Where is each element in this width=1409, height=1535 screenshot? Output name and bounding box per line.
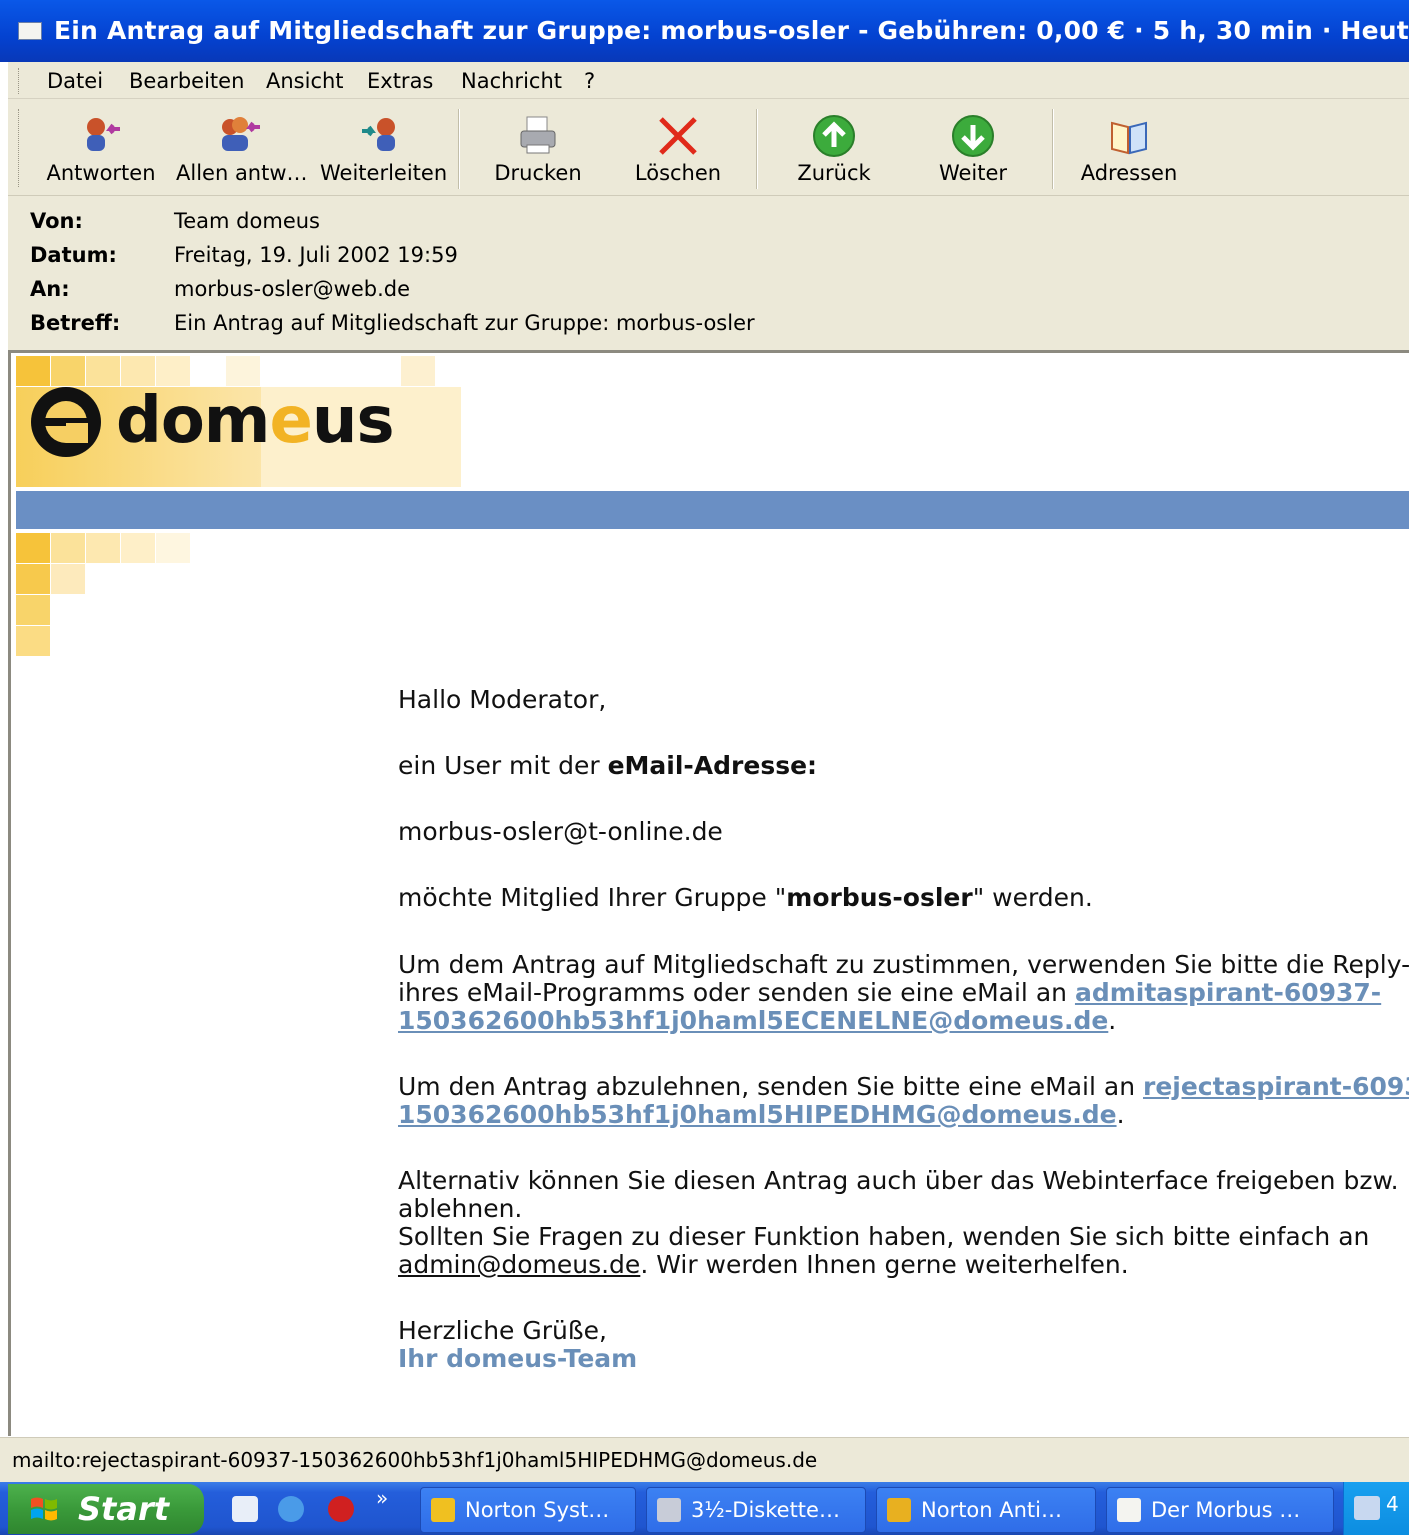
previous-label: Zurück bbox=[797, 161, 871, 185]
signature: Ihr domeus-Team bbox=[398, 1344, 638, 1373]
menu-ansicht[interactable]: Ansicht bbox=[266, 66, 344, 96]
membership-request-line: möchte Mitglied Ihrer Gruppe "morbus-osl… bbox=[398, 883, 1093, 912]
domeus-logo-mark bbox=[31, 387, 101, 457]
reject-link[interactable]: rejectaspirant-6093 bbox=[1143, 1072, 1409, 1101]
approve-instructions-2: ihres eMail-Programms oder senden sie ei… bbox=[398, 978, 1382, 1007]
support-line: admin@domeus.de. Wir werden Ihnen gerne … bbox=[398, 1250, 1129, 1279]
up-arrow-icon bbox=[813, 115, 855, 157]
user-email: morbus-osler@t-online.de bbox=[398, 817, 723, 846]
window-title: Ein Antrag auf Mitgliedschaft zur Gruppe… bbox=[54, 16, 1409, 45]
system-tray: 4 bbox=[1343, 1482, 1409, 1535]
delete-x-icon bbox=[659, 117, 697, 155]
print-label: Drucken bbox=[494, 161, 582, 185]
start-button[interactable]: Start bbox=[8, 1484, 204, 1534]
closing: Herzliche Grüße, bbox=[398, 1316, 607, 1345]
address-book-icon bbox=[1111, 121, 1147, 155]
norton-antivirus-icon bbox=[887, 1498, 911, 1522]
header-to-label: An: bbox=[30, 277, 70, 301]
header-date-label: Datum: bbox=[30, 243, 117, 267]
norton-icon bbox=[431, 1498, 455, 1522]
window-title-bar[interactable]: Ein Antrag auf Mitgliedschaft zur Gruppe… bbox=[0, 0, 1409, 62]
alternative-line-1: Alternativ können Sie diesen Antrag auch… bbox=[398, 1166, 1399, 1195]
next-label: Weiter bbox=[938, 161, 1008, 185]
email-window-icon bbox=[1117, 1498, 1141, 1522]
message-body: domeus Hallo Moderator, ein User mit der… bbox=[11, 353, 1409, 1433]
previous-button[interactable]: Zurück bbox=[786, 107, 882, 191]
status-text: mailto:rejectaspirant-60937-150362600hb5… bbox=[12, 1448, 818, 1472]
domeus-header-bar bbox=[16, 491, 1409, 529]
start-label: Start bbox=[78, 1490, 170, 1528]
approve-link[interactable]: admitaspirant-60937- bbox=[1075, 978, 1381, 1007]
network-icon[interactable] bbox=[1354, 1496, 1380, 1520]
delete-button[interactable]: Löschen bbox=[628, 107, 728, 191]
quicklaunch-overflow-icon[interactable]: » bbox=[376, 1486, 388, 1510]
print-button[interactable]: Drucken bbox=[488, 107, 588, 191]
menu-help[interactable]: ? bbox=[584, 66, 595, 96]
reply-label: Antworten bbox=[46, 161, 156, 185]
header-to-value[interactable]: morbus-osler@web.de bbox=[174, 274, 410, 304]
clock[interactable]: 4 bbox=[1386, 1492, 1399, 1516]
toolbar-separator bbox=[458, 109, 460, 189]
menu-nachricht[interactable]: Nachricht bbox=[461, 66, 562, 96]
addresses-label: Adressen bbox=[1080, 161, 1178, 185]
domeus-logo: domeus bbox=[116, 384, 395, 458]
header-subject-label: Betreff: bbox=[30, 311, 121, 335]
task-norton-antivirus[interactable]: Norton Anti… bbox=[876, 1487, 1096, 1533]
reply-icon bbox=[87, 118, 120, 151]
toolbar-separator bbox=[756, 109, 758, 189]
printer-icon bbox=[520, 116, 556, 154]
delete-label: Löschen bbox=[634, 161, 722, 185]
menu-extras[interactable]: Extras bbox=[367, 66, 433, 96]
approve-instructions-3: 150362600hb53hf1j0haml5ECENELNE@domeus.d… bbox=[398, 1006, 1117, 1035]
toolbar-separator bbox=[1052, 109, 1054, 189]
forward-button[interactable]: Weiterleiten bbox=[320, 107, 448, 191]
reply-all-button[interactable]: Allen antw… bbox=[176, 107, 308, 191]
internet-explorer-icon[interactable] bbox=[278, 1496, 304, 1522]
opera-icon[interactable] bbox=[328, 1496, 354, 1522]
email-intro-line: ein User mit der eMail-Adresse: bbox=[398, 751, 818, 780]
windows-logo-icon bbox=[31, 1497, 57, 1521]
admin-email-link[interactable]: admin@domeus.de bbox=[398, 1250, 640, 1279]
alternative-line-2: ablehnen. bbox=[398, 1194, 523, 1223]
message-headers: Von: Team domeus Datum: Freitag, 19. Jul… bbox=[8, 196, 1409, 350]
desktop-icon[interactable] bbox=[232, 1496, 258, 1522]
addresses-button[interactable]: Adressen bbox=[1076, 107, 1182, 191]
task-floppy[interactable]: 3½-Diskette… bbox=[646, 1487, 866, 1533]
reply-button[interactable]: Antworten bbox=[44, 107, 158, 191]
header-from-label: Von: bbox=[30, 209, 83, 233]
menu-bar: Datei Bearbeiten Ansicht Extras Nachrich… bbox=[8, 62, 1409, 99]
menu-grip bbox=[18, 68, 21, 94]
approve-instructions: Um dem Antrag auf Mitgliedschaft zu zust… bbox=[398, 950, 1409, 979]
message-body-pane[interactable]: domeus Hallo Moderator, ein User mit der… bbox=[8, 350, 1409, 1436]
reject-instructions: Um den Antrag abzulehnen, senden Sie bit… bbox=[398, 1073, 1409, 1101]
forward-label: Weiterleiten bbox=[320, 161, 448, 185]
status-bar: mailto:rejectaspirant-60937-150362600hb5… bbox=[0, 1437, 1409, 1482]
forward-icon bbox=[362, 118, 395, 151]
task-norton-system[interactable]: Norton Syst… bbox=[420, 1487, 636, 1533]
header-date-value: Freitag, 19. Juli 2002 19:59 bbox=[174, 243, 458, 267]
greeting: Hallo Moderator, bbox=[398, 685, 607, 714]
floppy-icon bbox=[657, 1498, 681, 1522]
reject-link-continued[interactable]: 150362600hb53hf1j0haml5HIPEDHMG@domeus.d… bbox=[398, 1100, 1117, 1129]
menu-datei[interactable]: Datei bbox=[47, 66, 103, 96]
reply-all-label: Allen antw… bbox=[176, 161, 308, 185]
reply-all-icon bbox=[222, 117, 260, 151]
approve-link-continued[interactable]: 150362600hb53hf1j0haml5ECENELNE@domeus.d… bbox=[398, 1006, 1108, 1035]
down-arrow-icon bbox=[952, 115, 994, 157]
reject-instructions-2: 150362600hb53hf1j0haml5HIPEDHMG@domeus.d… bbox=[398, 1100, 1125, 1129]
next-button[interactable]: Weiter bbox=[928, 107, 1018, 191]
toolbar: Antworten Allen antw… Weiterleiten Druck… bbox=[8, 99, 1409, 196]
taskbar: Start » Norton Syst… 3½-Diskette… Norton… bbox=[0, 1482, 1409, 1535]
questions-line: Sollten Sie Fragen zu dieser Funktion ha… bbox=[398, 1222, 1370, 1251]
menu-bearbeiten[interactable]: Bearbeiten bbox=[129, 66, 244, 96]
task-der-morbus[interactable]: Der Morbus … bbox=[1106, 1487, 1334, 1533]
header-subject-value: Ein Antrag auf Mitgliedschaft zur Gruppe… bbox=[174, 311, 755, 335]
envelope-icon bbox=[18, 22, 42, 40]
header-from-value[interactable]: Team domeus bbox=[174, 206, 320, 236]
toolbar-grip bbox=[18, 109, 21, 187]
